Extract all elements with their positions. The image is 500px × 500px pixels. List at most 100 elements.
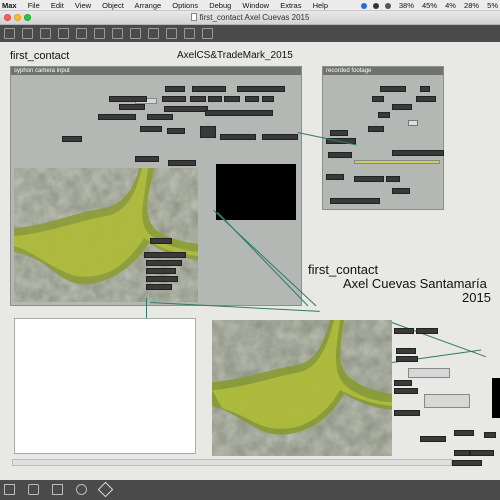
console-icon[interactable] (28, 484, 39, 495)
object-box[interactable] (454, 430, 474, 436)
object-box[interactable] (208, 96, 222, 102)
comment-box[interactable] (424, 394, 470, 408)
credit-title[interactable]: first_contact (308, 262, 378, 277)
lock-icon[interactable] (4, 28, 15, 39)
menu-debug[interactable]: Debug (209, 1, 231, 10)
object-box[interactable] (167, 128, 185, 134)
snap-icon[interactable] (76, 484, 87, 495)
object-box[interactable] (165, 86, 185, 92)
credit-author[interactable]: Axel Cuevas Santamaría (343, 276, 487, 291)
object-box[interactable] (62, 136, 82, 142)
object-box[interactable] (146, 284, 172, 290)
object-box[interactable] (454, 450, 470, 456)
menu-view[interactable]: View (75, 1, 91, 10)
object-box[interactable] (147, 114, 173, 120)
object-box[interactable] (392, 104, 412, 110)
object-box[interactable] (135, 156, 159, 162)
window-title-bar[interactable]: first_contact Axel Cuevas 2015 (0, 11, 500, 25)
toggle-icon[interactable] (112, 28, 123, 39)
presentation-icon[interactable] (22, 28, 33, 39)
object-box[interactable] (224, 96, 240, 102)
object-box[interactable] (205, 110, 273, 116)
object-box[interactable] (394, 380, 412, 386)
message-box-icon[interactable] (76, 28, 87, 39)
menu-object[interactable]: Object (102, 1, 124, 10)
output-display-black[interactable] (216, 164, 296, 220)
object-box[interactable] (372, 96, 384, 102)
object-box[interactable] (192, 86, 226, 92)
object-box[interactable] (394, 410, 420, 416)
credit-year[interactable]: 2015 (462, 290, 491, 305)
object-box[interactable] (245, 96, 259, 102)
message-box[interactable] (408, 368, 450, 378)
patcher-canvas[interactable]: first_contact AxelCS&TradeMark_2015 syph… (0, 42, 500, 480)
object-box[interactable] (146, 276, 178, 282)
object-box[interactable] (262, 134, 298, 140)
object-box[interactable] (420, 436, 446, 442)
playback-slider[interactable] (354, 160, 440, 164)
menu-window[interactable]: Window (242, 1, 269, 10)
object-box[interactable] (190, 96, 206, 102)
new-object-icon[interactable] (58, 28, 69, 39)
horizontal-scrollbar[interactable] (12, 459, 452, 466)
menu-arrange[interactable]: Arrange (134, 1, 161, 10)
inspector-icon[interactable] (4, 484, 15, 495)
object-box[interactable] (262, 96, 274, 102)
object-box[interactable] (394, 328, 414, 334)
object-box[interactable] (220, 134, 256, 140)
object-box[interactable] (386, 176, 400, 182)
menu-max[interactable]: Max (2, 1, 17, 10)
object-box[interactable] (146, 268, 176, 274)
object-box[interactable] (109, 96, 147, 102)
header-left-comment[interactable]: first_contact (10, 50, 69, 62)
object-box[interactable] (394, 388, 418, 394)
object-box[interactable] (140, 126, 162, 132)
object-box[interactable] (98, 114, 136, 120)
object-box[interactable] (326, 174, 344, 180)
patch-cord[interactable] (146, 298, 147, 318)
object-box[interactable] (144, 252, 186, 258)
object-box[interactable] (380, 86, 406, 92)
media-icon[interactable] (202, 28, 213, 39)
object-box[interactable] (368, 126, 384, 132)
white-display-panel[interactable] (14, 318, 196, 454)
object-box[interactable] (354, 176, 384, 182)
object-box[interactable] (168, 160, 196, 166)
menu-options[interactable]: Options (172, 1, 198, 10)
object-box[interactable] (200, 126, 216, 138)
side-display[interactable] (492, 378, 500, 418)
number-box-icon[interactable] (130, 28, 141, 39)
object-box[interactable] (164, 106, 208, 112)
menu-help[interactable]: Help (313, 1, 328, 10)
object-box[interactable] (416, 96, 436, 102)
comment-icon[interactable] (94, 28, 105, 39)
object-box[interactable] (392, 150, 444, 156)
audio-icon[interactable] (166, 28, 177, 39)
activity-icon[interactable] (384, 3, 391, 9)
video-icon[interactable] (184, 28, 195, 39)
menu-file[interactable]: File (28, 1, 40, 10)
object-box[interactable] (119, 104, 145, 110)
menu-extras[interactable]: Extras (280, 1, 301, 10)
dashboard-icon[interactable] (372, 3, 379, 9)
object-box[interactable] (470, 450, 494, 456)
object-box[interactable] (416, 328, 438, 334)
grid-icon[interactable] (40, 28, 51, 39)
object-box[interactable] (162, 96, 186, 102)
object-box[interactable] (392, 188, 410, 194)
object-box[interactable] (484, 432, 496, 438)
header-right-comment[interactable]: AxelCS&TradeMark_2015 (177, 50, 293, 61)
slider-icon[interactable] (148, 28, 159, 39)
object-box[interactable] (330, 198, 380, 204)
object-box[interactable] (452, 460, 482, 466)
object-box[interactable] (378, 112, 390, 118)
object-box[interactable] (330, 130, 348, 136)
object-box[interactable] (146, 260, 182, 266)
color-wheel-icon[interactable] (360, 3, 367, 9)
object-box[interactable] (420, 86, 430, 92)
object-box[interactable] (237, 86, 285, 92)
object-box[interactable] (396, 356, 418, 362)
number-box[interactable] (408, 120, 418, 126)
object-box[interactable] (328, 152, 352, 158)
object-box[interactable] (150, 238, 172, 244)
